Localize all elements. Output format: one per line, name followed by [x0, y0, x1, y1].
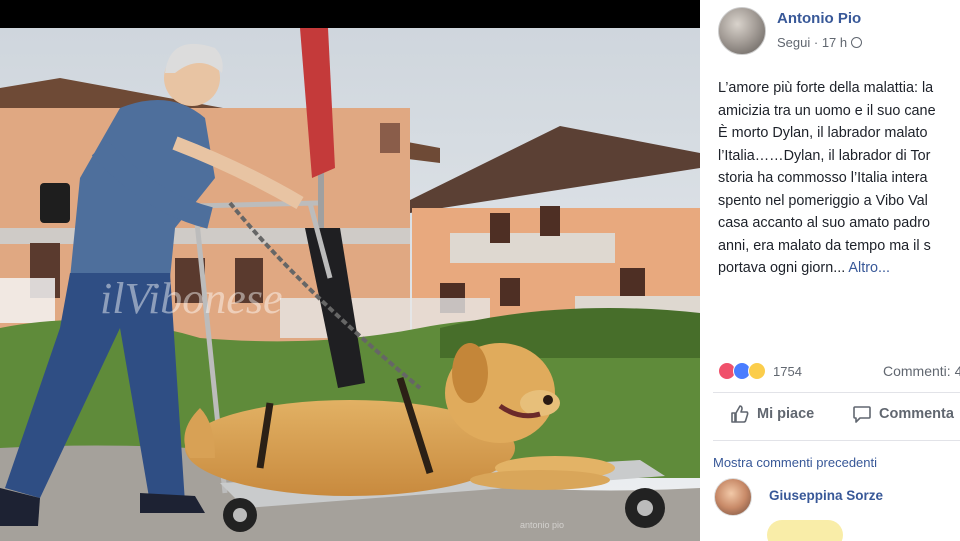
comment-icon: [853, 406, 871, 423]
post-text-line: È morto Dylan, il labrador malato: [718, 125, 928, 141]
author-name[interactable]: Antonio Pio: [777, 10, 861, 27]
post-side-panel: Antonio Pio Segui · 17 h L’amore più for…: [700, 0, 960, 541]
post-text-line: l’Italia……Dylan, il labrador di Tor: [718, 147, 931, 164]
post-time[interactable]: 17 h: [822, 35, 847, 50]
post-text-line: casa accanto al suo amato padro: [718, 215, 930, 231]
post-text-line: storia ha commosso l’Italia intera: [718, 170, 928, 186]
commenter-avatar[interactable]: [714, 478, 752, 516]
reaction-count: 1754: [773, 363, 802, 379]
comment-button[interactable]: Commenta: [852, 404, 954, 424]
comment-label: Commenta: [879, 406, 954, 422]
post-text-line: portava ogni giorn...: [718, 260, 849, 276]
post-text-line: amicizia tra un uomo e il suo cane: [718, 102, 936, 119]
thumbs-up-icon: [731, 405, 749, 423]
author-avatar[interactable]: [718, 7, 766, 55]
divider: [713, 392, 960, 393]
globe-icon: [851, 37, 863, 48]
like-button[interactable]: Mi piace: [730, 404, 814, 424]
post-text-line: spento nel pomeriggio a Vibo Val: [718, 192, 928, 209]
meta-separator: ·: [810, 35, 822, 50]
post-text: L’amore più forte della malattia: la ami…: [718, 77, 960, 280]
top-black-bar: [0, 0, 700, 28]
reactions-summary[interactable]: 1754: [718, 360, 802, 382]
post-text-line: L’amore più forte della malattia: la: [718, 80, 934, 96]
photo-watermark: ilVibonese: [100, 274, 282, 323]
post-meta: Segui · 17 h: [777, 35, 863, 50]
like-label: Mi piace: [757, 406, 815, 422]
photo-credit: antonio pio: [520, 520, 564, 530]
divider: [713, 440, 960, 441]
show-previous-comments-link[interactable]: Mostra commenti precedenti: [713, 455, 877, 470]
post-photo[interactable]: ilVibonese antonio pio: [0, 28, 700, 541]
post-text-line: anni, era malato da tempo ma il s: [718, 237, 931, 254]
commenter-name[interactable]: Giuseppina Sorze: [769, 488, 883, 503]
comment-bubble: [767, 520, 843, 541]
follow-button[interactable]: Segui: [777, 35, 810, 50]
see-more-link[interactable]: Altro...: [848, 260, 890, 276]
comments-count[interactable]: Commenti: 4: [883, 363, 960, 379]
sad-reaction-icon: [748, 362, 766, 380]
